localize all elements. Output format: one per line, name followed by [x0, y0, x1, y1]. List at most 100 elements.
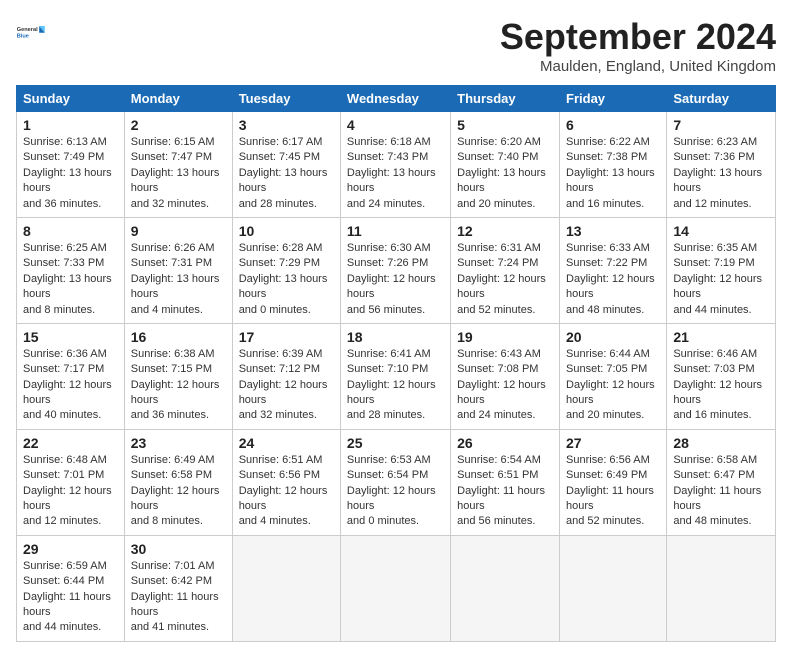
day-number: 3: [239, 117, 334, 133]
day-number: 12: [457, 223, 553, 239]
calendar-cell: 16 Sunrise: 6:38 AMSunset: 7:15 PMDaylig…: [124, 323, 232, 429]
calendar-cell: 15 Sunrise: 6:36 AMSunset: 7:17 PMDaylig…: [17, 323, 125, 429]
calendar-cell: 6 Sunrise: 6:22 AMSunset: 7:38 PMDayligh…: [560, 112, 667, 218]
day-number: 16: [131, 329, 226, 345]
calendar-cell: 17 Sunrise: 6:39 AMSunset: 7:12 PMDaylig…: [232, 323, 340, 429]
svg-text:General: General: [17, 27, 38, 33]
logo: GeneralBlue: [16, 16, 48, 48]
calendar-cell: 7 Sunrise: 6:23 AMSunset: 7:36 PMDayligh…: [667, 112, 776, 218]
calendar-cell: [667, 535, 776, 641]
day-info: Sunrise: 6:25 AMSunset: 7:33 PMDaylight:…: [23, 241, 118, 318]
calendar-cell: 12 Sunrise: 6:31 AMSunset: 7:24 PMDaylig…: [451, 217, 560, 323]
day-info: Sunrise: 6:48 AMSunset: 7:01 PMDaylight:…: [23, 453, 118, 530]
day-info: Sunrise: 6:53 AMSunset: 6:54 PMDaylight:…: [347, 453, 444, 530]
day-info: Sunrise: 6:51 AMSunset: 6:56 PMDaylight:…: [239, 453, 334, 530]
day-info: Sunrise: 6:20 AMSunset: 7:40 PMDaylight:…: [457, 135, 553, 212]
calendar-week-row: 22 Sunrise: 6:48 AMSunset: 7:01 PMDaylig…: [17, 429, 776, 535]
calendar-cell: 29 Sunrise: 6:59 AMSunset: 6:44 PMDaylig…: [17, 535, 125, 641]
column-header-friday: Friday: [560, 86, 667, 112]
column-header-thursday: Thursday: [451, 86, 560, 112]
day-info: Sunrise: 6:36 AMSunset: 7:17 PMDaylight:…: [23, 347, 118, 424]
day-number: 14: [673, 223, 769, 239]
day-info: Sunrise: 6:18 AMSunset: 7:43 PMDaylight:…: [347, 135, 444, 212]
calendar-cell: 23 Sunrise: 6:49 AMSunset: 6:58 PMDaylig…: [124, 429, 232, 535]
calendar-cell: 2 Sunrise: 6:15 AMSunset: 7:47 PMDayligh…: [124, 112, 232, 218]
title-block: September 2024 Maulden, England, United …: [500, 16, 776, 75]
day-number: 20: [566, 329, 660, 345]
day-number: 24: [239, 435, 334, 451]
day-info: Sunrise: 6:39 AMSunset: 7:12 PMDaylight:…: [239, 347, 334, 424]
day-info: Sunrise: 6:41 AMSunset: 7:10 PMDaylight:…: [347, 347, 444, 424]
calendar-cell: 21 Sunrise: 6:46 AMSunset: 7:03 PMDaylig…: [667, 323, 776, 429]
calendar-cell: 1 Sunrise: 6:13 AMSunset: 7:49 PMDayligh…: [17, 112, 125, 218]
day-number: 11: [347, 223, 444, 239]
calendar-table: SundayMondayTuesdayWednesdayThursdayFrid…: [16, 85, 776, 642]
calendar-cell: 5 Sunrise: 6:20 AMSunset: 7:40 PMDayligh…: [451, 112, 560, 218]
day-number: 25: [347, 435, 444, 451]
day-info: Sunrise: 6:22 AMSunset: 7:38 PMDaylight:…: [566, 135, 660, 212]
calendar-cell: 20 Sunrise: 6:44 AMSunset: 7:05 PMDaylig…: [560, 323, 667, 429]
day-number: 2: [131, 117, 226, 133]
day-number: 21: [673, 329, 769, 345]
calendar-cell: [451, 535, 560, 641]
day-info: Sunrise: 7:01 AMSunset: 6:42 PMDaylight:…: [131, 559, 226, 636]
day-info: Sunrise: 6:26 AMSunset: 7:31 PMDaylight:…: [131, 241, 226, 318]
day-number: 26: [457, 435, 553, 451]
day-number: 1: [23, 117, 118, 133]
day-number: 18: [347, 329, 444, 345]
day-info: Sunrise: 6:44 AMSunset: 7:05 PMDaylight:…: [566, 347, 660, 424]
calendar-header-row: SundayMondayTuesdayWednesdayThursdayFrid…: [17, 86, 776, 112]
day-info: Sunrise: 6:13 AMSunset: 7:49 PMDaylight:…: [23, 135, 118, 212]
calendar-cell: 4 Sunrise: 6:18 AMSunset: 7:43 PMDayligh…: [340, 112, 450, 218]
calendar-cell: 8 Sunrise: 6:25 AMSunset: 7:33 PMDayligh…: [17, 217, 125, 323]
day-info: Sunrise: 6:46 AMSunset: 7:03 PMDaylight:…: [673, 347, 769, 424]
day-number: 23: [131, 435, 226, 451]
calendar-cell: 27 Sunrise: 6:56 AMSunset: 6:49 PMDaylig…: [560, 429, 667, 535]
day-number: 5: [457, 117, 553, 133]
calendar-cell: 28 Sunrise: 6:58 AMSunset: 6:47 PMDaylig…: [667, 429, 776, 535]
day-info: Sunrise: 6:59 AMSunset: 6:44 PMDaylight:…: [23, 559, 118, 636]
calendar-week-row: 29 Sunrise: 6:59 AMSunset: 6:44 PMDaylig…: [17, 535, 776, 641]
calendar-cell: 18 Sunrise: 6:41 AMSunset: 7:10 PMDaylig…: [340, 323, 450, 429]
calendar-cell: 26 Sunrise: 6:54 AMSunset: 6:51 PMDaylig…: [451, 429, 560, 535]
calendar-cell: [232, 535, 340, 641]
calendar-cell: 14 Sunrise: 6:35 AMSunset: 7:19 PMDaylig…: [667, 217, 776, 323]
location: Maulden, England, United Kingdom: [500, 58, 776, 75]
calendar-cell: 13 Sunrise: 6:33 AMSunset: 7:22 PMDaylig…: [560, 217, 667, 323]
day-number: 15: [23, 329, 118, 345]
day-info: Sunrise: 6:35 AMSunset: 7:19 PMDaylight:…: [673, 241, 769, 318]
day-info: Sunrise: 6:43 AMSunset: 7:08 PMDaylight:…: [457, 347, 553, 424]
svg-text:Blue: Blue: [17, 34, 29, 40]
day-info: Sunrise: 6:23 AMSunset: 7:36 PMDaylight:…: [673, 135, 769, 212]
day-number: 28: [673, 435, 769, 451]
day-number: 17: [239, 329, 334, 345]
day-info: Sunrise: 6:49 AMSunset: 6:58 PMDaylight:…: [131, 453, 226, 530]
column-header-monday: Monday: [124, 86, 232, 112]
day-number: 9: [131, 223, 226, 239]
day-info: Sunrise: 6:17 AMSunset: 7:45 PMDaylight:…: [239, 135, 334, 212]
column-header-tuesday: Tuesday: [232, 86, 340, 112]
calendar-cell: 25 Sunrise: 6:53 AMSunset: 6:54 PMDaylig…: [340, 429, 450, 535]
day-info: Sunrise: 6:28 AMSunset: 7:29 PMDaylight:…: [239, 241, 334, 318]
day-number: 4: [347, 117, 444, 133]
calendar-cell: 24 Sunrise: 6:51 AMSunset: 6:56 PMDaylig…: [232, 429, 340, 535]
calendar-week-row: 1 Sunrise: 6:13 AMSunset: 7:49 PMDayligh…: [17, 112, 776, 218]
month-title: September 2024: [500, 16, 776, 58]
day-info: Sunrise: 6:56 AMSunset: 6:49 PMDaylight:…: [566, 453, 660, 530]
day-number: 19: [457, 329, 553, 345]
day-info: Sunrise: 6:58 AMSunset: 6:47 PMDaylight:…: [673, 453, 769, 530]
day-number: 13: [566, 223, 660, 239]
day-number: 29: [23, 541, 118, 557]
calendar-week-row: 15 Sunrise: 6:36 AMSunset: 7:17 PMDaylig…: [17, 323, 776, 429]
calendar-cell: 11 Sunrise: 6:30 AMSunset: 7:26 PMDaylig…: [340, 217, 450, 323]
calendar-cell: 22 Sunrise: 6:48 AMSunset: 7:01 PMDaylig…: [17, 429, 125, 535]
calendar-cell: 10 Sunrise: 6:28 AMSunset: 7:29 PMDaylig…: [232, 217, 340, 323]
day-number: 27: [566, 435, 660, 451]
day-info: Sunrise: 6:38 AMSunset: 7:15 PMDaylight:…: [131, 347, 226, 424]
day-info: Sunrise: 6:15 AMSunset: 7:47 PMDaylight:…: [131, 135, 226, 212]
day-number: 8: [23, 223, 118, 239]
day-info: Sunrise: 6:30 AMSunset: 7:26 PMDaylight:…: [347, 241, 444, 318]
page-header: GeneralBlue September 2024 Maulden, Engl…: [16, 16, 776, 75]
column-header-saturday: Saturday: [667, 86, 776, 112]
day-number: 22: [23, 435, 118, 451]
